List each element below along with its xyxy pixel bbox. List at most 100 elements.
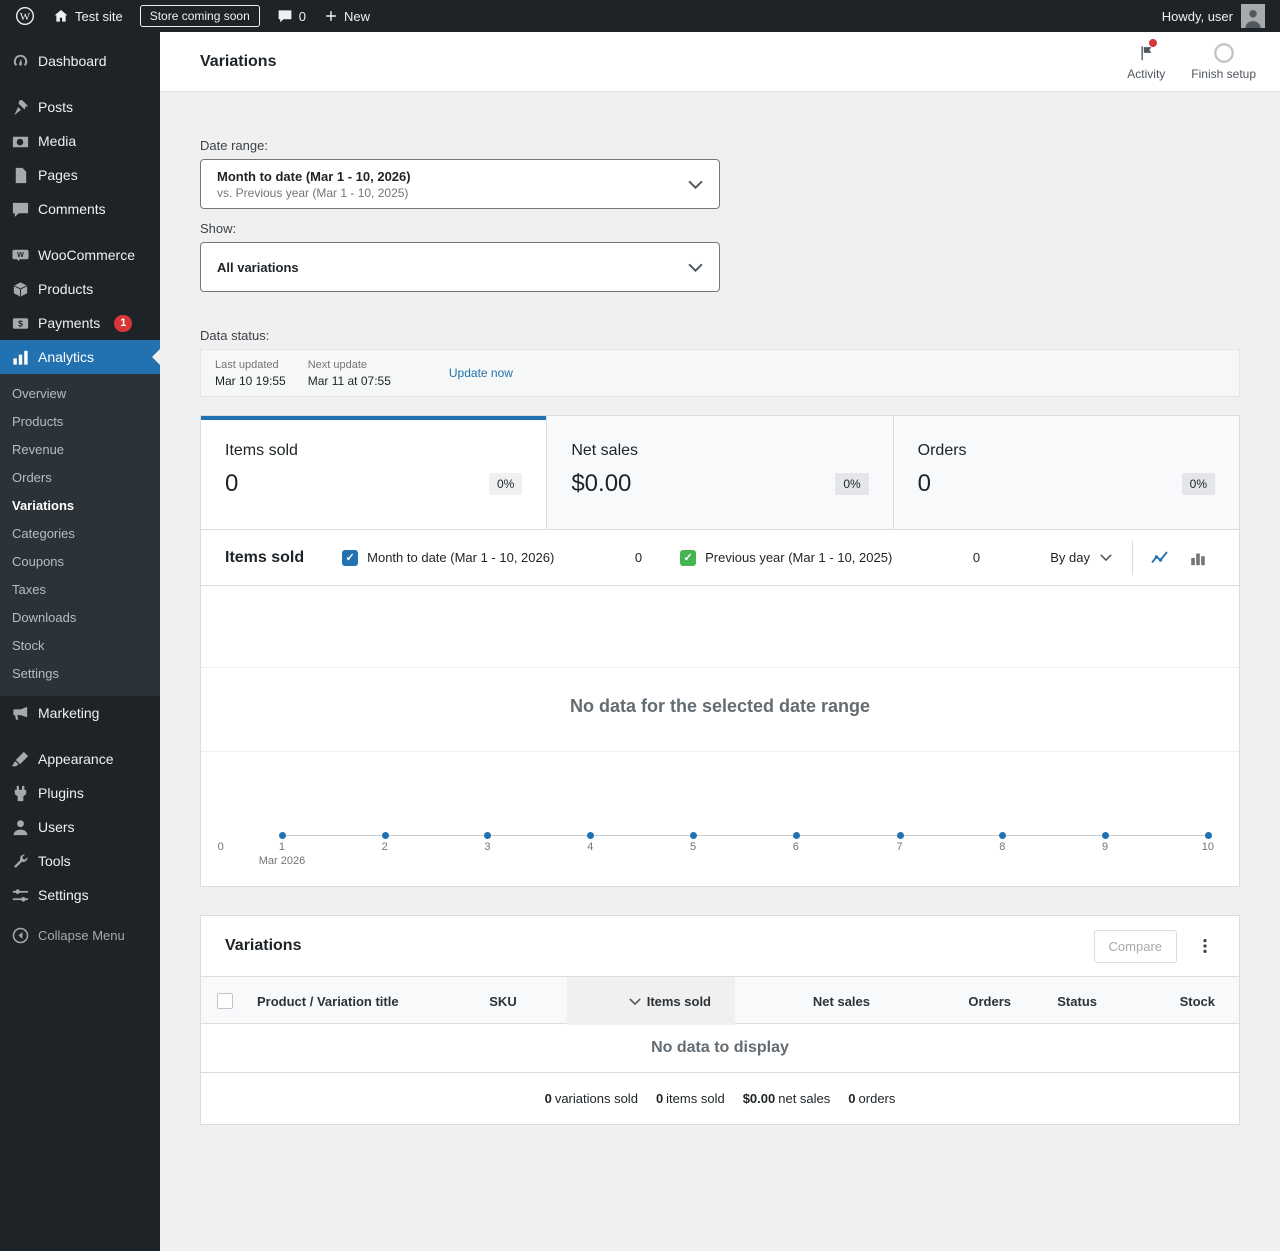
chevron-down-icon xyxy=(688,177,703,192)
sidebar-item-marketing[interactable]: Marketing xyxy=(0,696,160,730)
sliders-icon xyxy=(10,885,30,905)
column-net-sales[interactable]: Net sales xyxy=(735,994,894,1009)
column-orders[interactable]: Orders xyxy=(894,994,1035,1009)
collapse-icon xyxy=(10,925,30,945)
activity-button[interactable]: Activity xyxy=(1127,42,1165,81)
site-menu[interactable]: Test site xyxy=(44,0,132,32)
summary-tile-net-sales[interactable]: Net sales $0.00 0% xyxy=(546,416,892,529)
woocommerce-icon: W xyxy=(10,245,30,265)
person-icon xyxy=(1242,6,1264,28)
admin-sidebar: Dashboard Posts Media Pages Comments W W… xyxy=(0,32,160,1251)
x-tick-label: 8 xyxy=(999,841,1005,853)
sidebar-item-comments[interactable]: Comments xyxy=(0,192,160,226)
checkbox-checked-icon xyxy=(680,550,696,566)
chart-point xyxy=(484,832,491,839)
activity-icon xyxy=(1135,42,1157,64)
sidebar-item-analytics-settings[interactable]: Settings xyxy=(0,660,160,688)
sidebar-item-analytics-downloads[interactable]: Downloads xyxy=(0,604,160,632)
comments-menu[interactable]: 0 xyxy=(268,0,315,32)
chart-point xyxy=(1102,832,1109,839)
interval-select[interactable]: By day xyxy=(1050,550,1112,565)
brush-icon xyxy=(10,749,30,769)
plug-icon xyxy=(10,783,30,803)
new-menu[interactable]: New xyxy=(315,0,379,32)
chart-header: Items sold Month to date (Mar 1 - 10, 20… xyxy=(201,530,1239,586)
collapse-menu-button[interactable]: Collapse Menu xyxy=(0,918,160,952)
column-items-sold[interactable]: Items sold xyxy=(567,977,735,1025)
x-axis-line xyxy=(282,835,1208,836)
menu-separator xyxy=(0,226,160,238)
admin-bar: W Test site Store coming soon 0 New Howd… xyxy=(0,0,1280,32)
date-range-compare-value: vs. Previous year (Mar 1 - 10, 2025) xyxy=(217,186,411,200)
chart-point xyxy=(382,832,389,839)
sidebar-item-dashboard[interactable]: Dashboard xyxy=(0,44,160,78)
comment-bubble-icon xyxy=(277,8,293,24)
sidebar-item-analytics-products[interactable]: Products xyxy=(0,408,160,436)
chart-point xyxy=(587,832,594,839)
compare-button[interactable]: Compare xyxy=(1094,930,1177,963)
delta-badge: 0% xyxy=(489,473,522,495)
sidebar-item-analytics-categories[interactable]: Categories xyxy=(0,520,160,548)
x-tick-label: 7 xyxy=(897,841,903,853)
sidebar-item-analytics-variations[interactable]: Variations xyxy=(0,492,160,520)
chevron-down-icon xyxy=(1100,554,1112,561)
chart-point xyxy=(690,832,697,839)
sidebar-item-tools[interactable]: Tools xyxy=(0,844,160,878)
finish-setup-button[interactable]: Finish setup xyxy=(1191,42,1256,81)
chart-point xyxy=(1205,832,1212,839)
show-select[interactable]: All variations xyxy=(200,242,720,292)
summary-tile-orders[interactable]: Orders 0 0% xyxy=(893,416,1239,529)
chart-point xyxy=(999,832,1006,839)
sidebar-item-media[interactable]: Media xyxy=(0,124,160,158)
sidebar-item-payments[interactable]: $ Payments 1 xyxy=(0,306,160,340)
sidebar-item-analytics-stock[interactable]: Stock xyxy=(0,632,160,660)
notification-dot xyxy=(1149,39,1157,47)
table-title: Variations xyxy=(225,937,301,955)
update-now-link[interactable]: Update now xyxy=(449,366,513,380)
megaphone-icon xyxy=(10,703,30,723)
table-card-header: Variations Compare xyxy=(201,916,1239,976)
summary-tile-items-sold[interactable]: Items sold 0 0% xyxy=(201,416,546,529)
comment-icon xyxy=(10,199,30,219)
legend-current-period[interactable]: Month to date (Mar 1 - 10, 2026) 0 xyxy=(342,550,642,566)
column-product-variation-title[interactable]: Product / Variation title xyxy=(249,994,439,1009)
account-menu[interactable]: Howdy, user xyxy=(1153,0,1274,32)
sidebar-item-analytics-taxes[interactable]: Taxes xyxy=(0,576,160,604)
sidebar-item-analytics-revenue[interactable]: Revenue xyxy=(0,436,160,464)
legend-previous-period[interactable]: Previous year (Mar 1 - 10, 2025) 0 xyxy=(680,550,980,566)
sidebar-item-woocommerce[interactable]: W WooCommerce xyxy=(0,238,160,272)
chart-title: Items sold xyxy=(225,549,304,567)
date-range-select[interactable]: Month to date (Mar 1 - 10, 2026) vs. Pre… xyxy=(200,159,720,209)
sidebar-item-settings[interactable]: Settings xyxy=(0,878,160,912)
store-coming-soon-badge: Store coming soon xyxy=(140,5,260,28)
show-label: Show: xyxy=(200,221,1240,236)
line-chart-button[interactable] xyxy=(1143,541,1177,575)
last-updated-value: Mar 10 19:55 xyxy=(215,374,286,388)
bar-chart-button[interactable] xyxy=(1181,541,1215,575)
bar-chart-icon xyxy=(1189,549,1207,567)
sidebar-item-analytics[interactable]: Analytics xyxy=(0,340,160,374)
sidebar-item-analytics-coupons[interactable]: Coupons xyxy=(0,548,160,576)
howdy-text: Howdy, user xyxy=(1162,9,1233,24)
sidebar-item-pages[interactable]: Pages xyxy=(0,158,160,192)
wordpress-menu[interactable]: W xyxy=(6,0,44,32)
sidebar-item-posts[interactable]: Posts xyxy=(0,90,160,124)
column-sku[interactable]: SKU xyxy=(439,994,567,1009)
sidebar-item-analytics-orders[interactable]: Orders xyxy=(0,464,160,492)
delta-badge: 0% xyxy=(835,473,868,495)
select-all-checkbox[interactable] xyxy=(217,993,233,1009)
gridline xyxy=(201,751,1239,752)
page-header: Variations Activity Finish setup xyxy=(160,32,1280,92)
page-icon xyxy=(10,165,30,185)
chevron-down-icon xyxy=(688,260,703,275)
sidebar-item-analytics-overview[interactable]: Overview xyxy=(0,380,160,408)
date-range-label: Date range: xyxy=(200,138,1240,153)
sidebar-item-users[interactable]: Users xyxy=(0,810,160,844)
sidebar-item-plugins[interactable]: Plugins xyxy=(0,776,160,810)
items-sold-value: 0 xyxy=(225,470,238,498)
table-menu-button[interactable] xyxy=(1187,928,1223,964)
column-status[interactable]: Status xyxy=(1035,994,1121,1009)
sidebar-item-appearance[interactable]: Appearance xyxy=(0,742,160,776)
sidebar-item-products[interactable]: Products xyxy=(0,272,160,306)
column-stock[interactable]: Stock xyxy=(1121,994,1239,1009)
